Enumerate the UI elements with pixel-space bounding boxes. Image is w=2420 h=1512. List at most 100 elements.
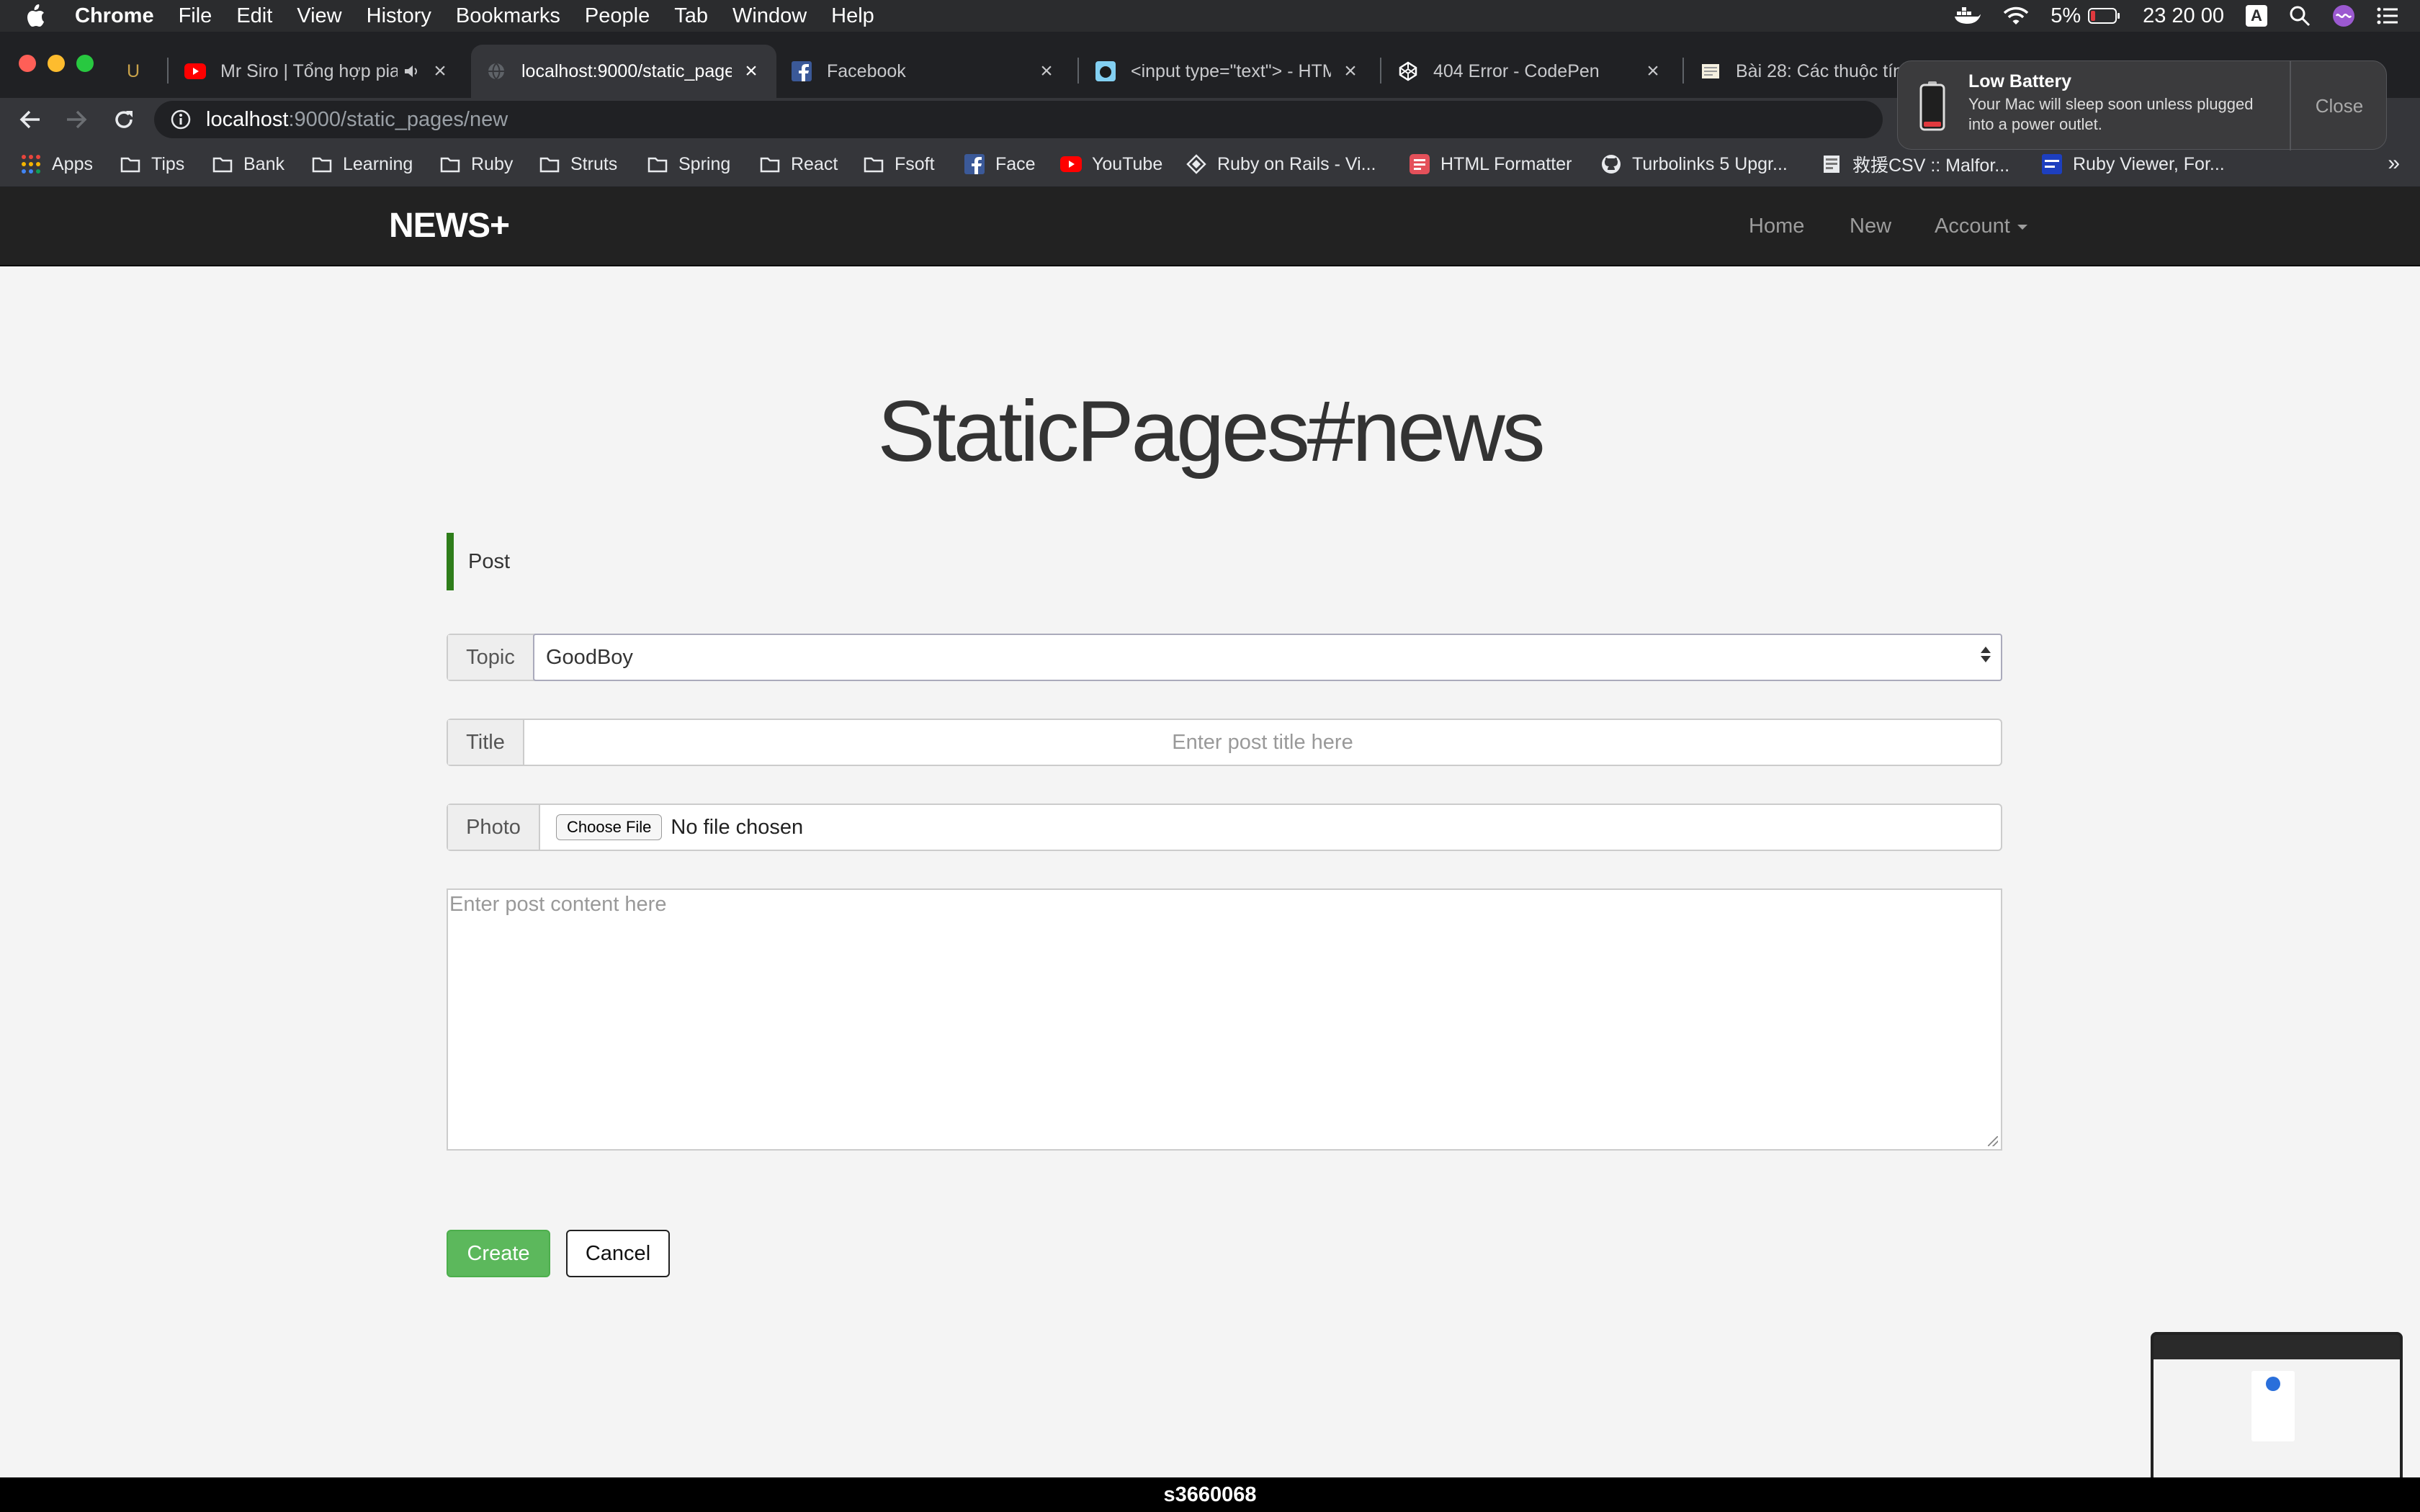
nav-new[interactable]: New	[1850, 215, 1891, 238]
menu-people[interactable]: People	[585, 4, 650, 28]
bookmark-label: Face	[995, 153, 1036, 174]
bookmark-label: Spring	[678, 153, 731, 174]
tab-title: Facebook	[827, 60, 906, 81]
window-controls	[19, 55, 105, 72]
clock[interactable]: 23 20 00	[2143, 4, 2224, 28]
thumbnail-body	[2154, 1359, 2400, 1482]
address-bar[interactable]: localhost:9000/static_pages/new	[154, 101, 1883, 138]
facebook-icon	[964, 153, 985, 175]
mdn-icon	[1095, 60, 1116, 82]
resize-handle-icon[interactable]	[1988, 1136, 1998, 1146]
input-source-icon[interactable]: A	[2246, 5, 2267, 27]
close-window-button[interactable]	[19, 55, 36, 72]
menu-app-chrome[interactable]: Chrome	[75, 4, 154, 28]
apple-icon[interactable]	[24, 4, 53, 28]
minimize-window-button[interactable]	[48, 55, 65, 72]
more-bookmarks-icon[interactable]: »	[2388, 151, 2400, 176]
menu-window[interactable]: Window	[732, 4, 807, 28]
bookmark-folder-react[interactable]: React	[759, 150, 838, 179]
menu-file[interactable]: File	[179, 4, 212, 28]
topic-select[interactable]: GoodBoy	[533, 634, 2002, 681]
bookmark-label: Fsoft	[895, 153, 935, 174]
title-label: Title	[448, 720, 524, 765]
page-title: StaticPages#news	[877, 383, 1545, 480]
tab-divider	[1077, 58, 1079, 84]
bookmark-folder-ruby[interactable]: Ruby	[439, 150, 513, 179]
battery-icon[interactable]	[2088, 7, 2121, 24]
bookmark-ruby-on-rails[interactable]: Ruby on Rails - Vi...	[1186, 150, 1376, 179]
spotlight-search-icon[interactable]	[2289, 5, 2311, 27]
bookmark-html-formatter[interactable]: HTML Formatter	[1409, 150, 1572, 179]
notification-close-button[interactable]: Close	[2291, 61, 2388, 150]
caret-down-icon	[2017, 224, 2027, 230]
close-tab-icon[interactable]: ×	[1642, 59, 1664, 84]
topic-label: Topic	[448, 635, 534, 680]
tab-title: Mr Siro | Tổng hợp piano	[220, 60, 398, 81]
bookmark-youtube[interactable]: YouTube	[1060, 150, 1162, 179]
bookmark-folder-learning[interactable]: Learning	[311, 150, 413, 179]
tab-codepen[interactable]: 404 Error - CodePen ×	[1383, 45, 1678, 98]
tab-mdn-input[interactable]: <input type="text"> - HTML ×	[1080, 45, 1376, 98]
zoom-window-button[interactable]	[76, 55, 94, 72]
choose-file-button[interactable]: Choose File	[556, 814, 663, 840]
title-input-group: Title Enter post title here	[447, 719, 2002, 766]
tab-localhost[interactable]: localhost:9000/static_pages/new ×	[471, 45, 776, 98]
bookmark-turbolinks[interactable]: Turbolinks 5 Upgr...	[1600, 150, 1788, 179]
tab-bai-28[interactable]: Bài 28: Các thuộc tính	[1685, 45, 1916, 98]
youtube-icon	[184, 60, 206, 82]
caption-text: s3660068	[1163, 1482, 1257, 1506]
back-button[interactable]	[14, 104, 46, 135]
formatter-icon	[1409, 153, 1430, 175]
youtube-icon	[1060, 153, 1082, 175]
bookmark-csv[interactable]: 救援CSV :: Malfor...	[1821, 150, 2009, 179]
wifi-icon[interactable]	[2003, 6, 2029, 26]
close-tab-icon[interactable]: ×	[1340, 59, 1361, 84]
bookmark-folder-bank[interactable]: Bank	[212, 150, 284, 179]
menu-bookmarks[interactable]: Bookmarks	[456, 4, 560, 28]
docker-icon[interactable]	[1954, 6, 1981, 26]
bookmark-folder-spring[interactable]: Spring	[647, 150, 730, 179]
nav-home[interactable]: Home	[1749, 215, 1804, 238]
notification-center-icon[interactable]	[2377, 6, 2398, 25]
create-button[interactable]: Create	[447, 1230, 550, 1277]
menu-tab[interactable]: Tab	[674, 4, 708, 28]
bookmark-label: Ruby on Rails - Vi...	[1217, 153, 1376, 174]
facebook-icon	[791, 60, 812, 82]
close-tab-icon[interactable]: ×	[429, 59, 451, 84]
bookmark-folder-tips[interactable]: Tips	[120, 150, 184, 179]
bookmark-label: Struts	[570, 153, 618, 174]
tab-udemy[interactable]: U	[112, 45, 163, 98]
title-placeholder: Enter post title here	[1172, 730, 1353, 754]
bookmark-ruby-viewer[interactable]: Ruby Viewer, For...	[2041, 150, 2225, 179]
site-info-icon[interactable]	[170, 109, 192, 130]
close-tab-icon[interactable]: ×	[740, 59, 762, 84]
content-textarea[interactable]: Enter post content here	[447, 888, 2002, 1151]
bookmark-apps[interactable]: Apps	[20, 150, 93, 179]
siri-icon[interactable]	[2332, 4, 2355, 27]
close-tab-icon[interactable]: ×	[1036, 59, 1057, 84]
tab-title: localhost:9000/static_pages/new	[521, 60, 732, 81]
nav-account-dropdown[interactable]: Account	[1935, 215, 2027, 238]
menu-help[interactable]: Help	[831, 4, 874, 28]
reload-button[interactable]	[108, 104, 140, 135]
forward-button[interactable]	[60, 104, 92, 135]
bookmark-face[interactable]: Face	[964, 150, 1036, 179]
menu-view[interactable]: View	[297, 4, 341, 28]
tab-facebook[interactable]: Facebook ×	[776, 45, 1072, 98]
title-input[interactable]: Enter post title here	[524, 720, 2001, 765]
address-path: :9000/static_pages/new	[288, 107, 508, 131]
rails-icon	[1186, 153, 1207, 175]
menu-history[interactable]: History	[367, 4, 431, 28]
cancel-button[interactable]: Cancel	[566, 1230, 670, 1277]
menu-edit[interactable]: Edit	[236, 4, 272, 28]
bookmark-label: Ruby Viewer, For...	[2073, 153, 2225, 174]
tab-mr-siro[interactable]: Mr Siro | Tổng hợp piano ×	[170, 45, 465, 98]
bookmark-folder-struts[interactable]: Struts	[539, 150, 617, 179]
site-brand[interactable]: NEWS+	[389, 206, 510, 246]
bookmark-label: Ruby	[471, 153, 514, 174]
screenshot-thumbnail[interactable]	[2151, 1332, 2403, 1485]
folder-icon	[647, 153, 668, 175]
bookmark-folder-fsoft[interactable]: Fsoft	[863, 150, 935, 179]
speaker-icon[interactable]	[403, 64, 421, 78]
notification-body: Your Mac will sleep soon unless plugged …	[1968, 95, 2254, 133]
